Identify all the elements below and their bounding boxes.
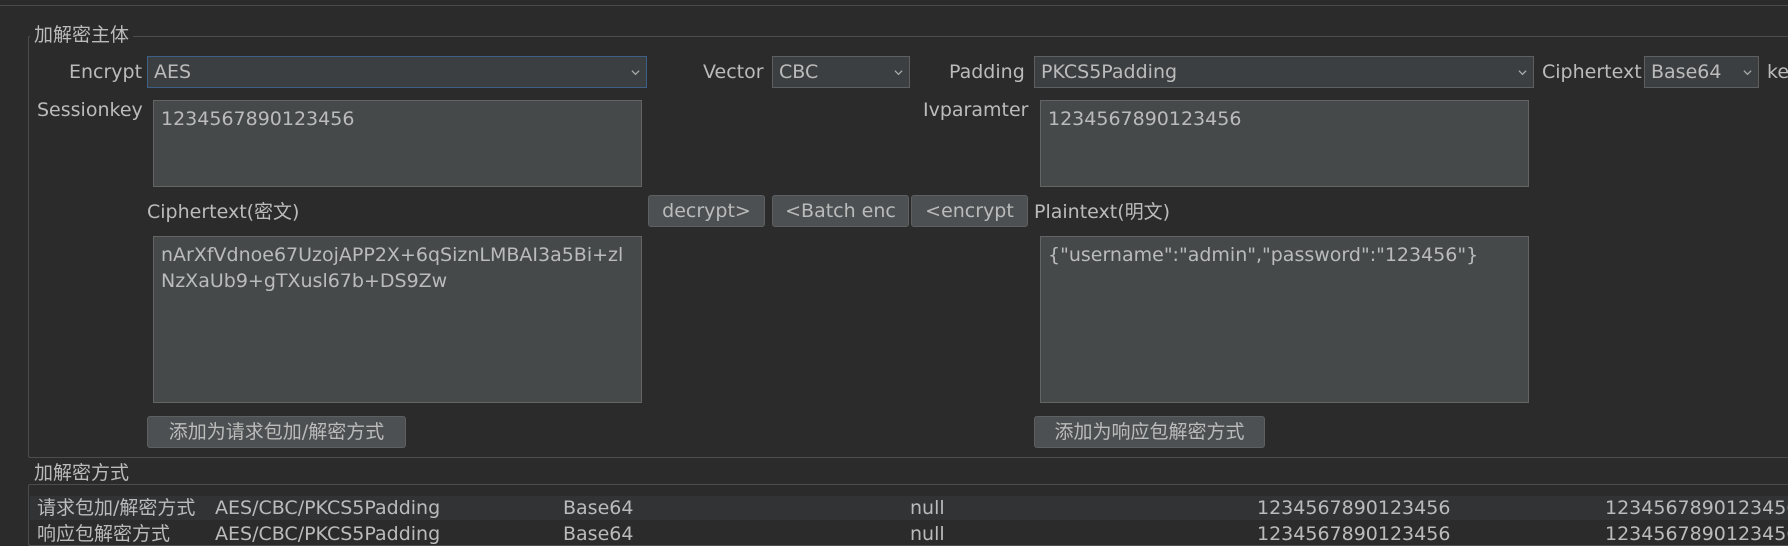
method-type-cell: 请求包加/解密方式 — [37, 497, 196, 519]
table-row[interactable]: 请求包加/解密方式 AES/CBC/PKCS5Padding Base64 nu… — [30, 496, 1788, 520]
ciphertext-label: Ciphertext(密文) — [147, 201, 300, 223]
main-group-title: 加解密主体 — [30, 24, 134, 46]
vector-select-value: CBC — [779, 61, 819, 83]
key-label-truncated: ke — [1767, 61, 1788, 83]
method-format-cell: Base64 — [563, 497, 634, 519]
ciphertext-format-select[interactable]: Base64 — [1644, 56, 1759, 88]
plaintext-label: Plaintext(明文) — [1034, 201, 1171, 223]
ivparamter-label: Ivparamter — [923, 99, 1029, 121]
method-algorithm-cell: AES/CBC/PKCS5Padding — [215, 523, 441, 545]
add-request-method-button[interactable]: 添加为请求包加/解密方式 — [147, 416, 406, 448]
vector-select[interactable]: CBC — [772, 56, 910, 88]
chevron-down-icon — [1518, 69, 1527, 75]
sessionkey-field[interactable]: 1234567890123456 — [153, 100, 642, 187]
ivparamter-field[interactable]: 1234567890123456 — [1040, 100, 1529, 187]
ciphertext-format-value: Base64 — [1651, 61, 1722, 83]
chevron-down-icon — [631, 69, 640, 75]
method-iv-cell: 1234567890123456 — [1605, 523, 1788, 545]
table-row[interactable]: 响应包解密方式 AES/CBC/PKCS5Padding Base64 null… — [30, 522, 1788, 546]
encrypt-select-value: AES — [154, 61, 192, 83]
chevron-down-icon — [894, 69, 903, 75]
add-response-method-button[interactable]: 添加为响应包解密方式 — [1034, 416, 1265, 448]
method-key-cell: 1234567890123456 — [1257, 497, 1451, 519]
ciphertext-textarea[interactable]: nArXfVdnoe67UzojAPP2X+6qSiznLMBAI3a5Bi+z… — [153, 236, 642, 403]
plaintext-textarea[interactable]: {"username":"admin","password":"123456"} — [1040, 236, 1529, 403]
method-key-cell: 1234567890123456 — [1257, 523, 1451, 545]
encrypt-select[interactable]: AES — [147, 56, 647, 88]
ciphertext-format-label: Ciphertext — [1542, 61, 1642, 83]
method-extra-cell: null — [910, 523, 945, 545]
method-algorithm-cell: AES/CBC/PKCS5Padding — [215, 497, 441, 519]
method-iv-cell: 1234567890123456 — [1605, 497, 1788, 519]
padding-label: Padding — [949, 61, 1025, 83]
padding-select[interactable]: PKCS5Padding — [1034, 56, 1534, 88]
top-divider — [0, 5, 1788, 6]
padding-select-value: PKCS5Padding — [1041, 61, 1178, 83]
method-type-cell: 响应包解密方式 — [37, 523, 171, 545]
sessionkey-label: Sessionkey — [37, 99, 143, 121]
decrypt-button[interactable]: decrypt> — [648, 195, 765, 227]
chevron-down-icon — [1743, 69, 1752, 75]
method-extra-cell: null — [910, 497, 945, 519]
batch-enc-button[interactable]: <Batch enc — [772, 195, 909, 227]
encrypt-button[interactable]: <encrypt — [911, 195, 1028, 227]
vector-label: Vector — [703, 61, 764, 83]
methods-group-title: 加解密方式 — [30, 462, 134, 484]
encrypt-label: Encrypt — [69, 61, 143, 83]
method-format-cell: Base64 — [563, 523, 634, 545]
